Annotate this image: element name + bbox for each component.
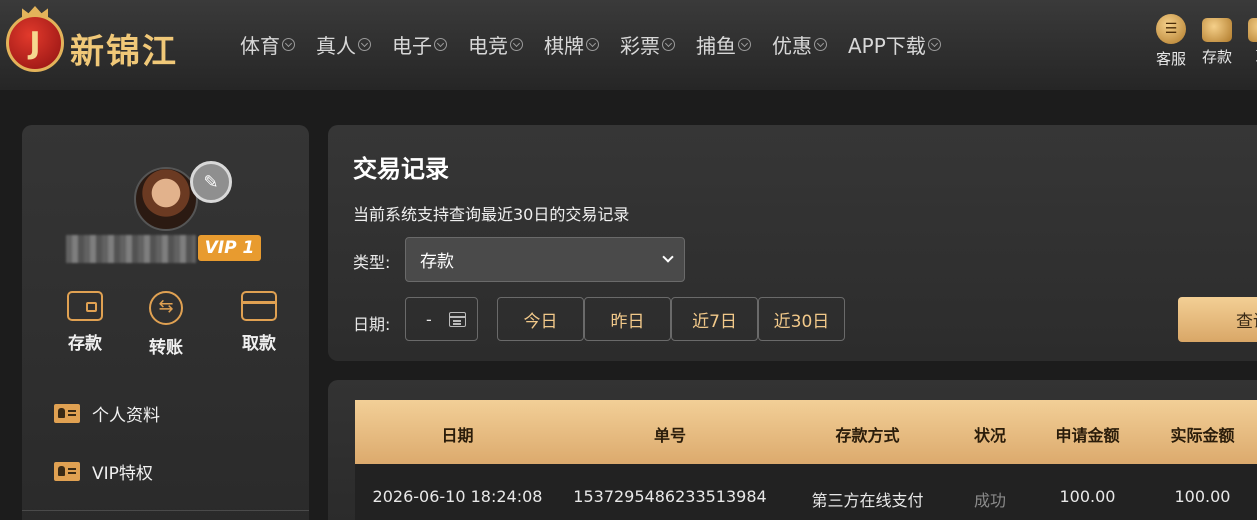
brand-name: 新锦江 <box>70 32 178 72</box>
nav-label: 体育 <box>240 34 280 58</box>
action-label: 客服 <box>1155 50 1186 68</box>
table-header: 日期 单号 存款方式 状况 申请金额 实际金额 <box>355 400 1257 464</box>
calendar-icon <box>449 312 466 327</box>
logo-badge: J <box>6 14 64 72</box>
sidebar-item-label: VIP特权 <box>92 464 153 484</box>
column-header-requested-amount: 申请金额 <box>1055 426 1120 445</box>
nav-item-fishing[interactable]: 捕鱼 <box>696 30 751 59</box>
edit-avatar-button[interactable]: ✎ <box>190 161 232 203</box>
range-7days-button[interactable]: 近7日 <box>671 297 758 341</box>
wallet-icon <box>67 291 103 321</box>
type-select[interactable]: 存款 <box>405 237 685 282</box>
vip-badge: VIP 1 <box>198 235 261 261</box>
nav-label: APP下载 <box>848 34 926 58</box>
profile-card-icon <box>54 404 80 423</box>
brand-logo[interactable]: J 新锦江 <box>4 6 204 76</box>
date-range-presets: 今日 昨日 近7日 近30日 <box>497 297 845 341</box>
page-title: 交易记录 <box>353 155 449 183</box>
deposit-button[interactable]: 存款 <box>45 291 125 354</box>
chevron-down-icon <box>586 38 599 51</box>
column-header-actual-amount: 实际金额 <box>1170 426 1235 445</box>
nav-label: 棋牌 <box>544 34 584 58</box>
edit-icon: ✎ <box>203 171 219 193</box>
transfer-icon <box>149 291 183 325</box>
column-header-order-id: 单号 <box>653 426 686 445</box>
cell-method: 第三方在线支付 <box>811 491 924 510</box>
nav-item-sports[interactable]: 体育 <box>240 30 295 59</box>
column-header-date: 日期 <box>441 426 474 445</box>
range-30days-button[interactable]: 近30日 <box>758 297 845 341</box>
nav-label: 捕鱼 <box>696 34 736 58</box>
range-yesterday-button[interactable]: 昨日 <box>584 297 671 341</box>
chevron-down-icon <box>358 38 371 51</box>
transfer-button[interactable]: 转账 <box>126 291 206 358</box>
type-select-value: 存款 <box>420 252 454 272</box>
wallet-icon <box>1202 18 1232 42</box>
chevron-down-icon <box>814 38 827 51</box>
chevron-down-icon <box>434 38 447 51</box>
cell-date: 2026-06-10 18:24:08 <box>372 487 543 506</box>
nav-label: 电竞 <box>468 34 508 58</box>
column-header-method: 存款方式 <box>835 426 900 445</box>
avatar[interactable] <box>134 167 198 231</box>
header-deposit-button[interactable]: 存款 <box>1194 14 1240 69</box>
nav-label: 彩票 <box>620 34 660 58</box>
date-range-input[interactable]: - <box>405 297 478 341</box>
quick-label: 转账 <box>149 338 183 358</box>
cell-requested-amount: 100.00 <box>1059 487 1116 506</box>
date-value: - <box>426 309 432 329</box>
chevron-down-icon <box>662 251 674 263</box>
sidebar-item-profile[interactable]: 个人资料 <box>54 401 160 426</box>
chevron-down-icon <box>927 38 941 51</box>
nav-label: 电子 <box>392 34 432 58</box>
nav-label: 真人 <box>316 34 356 58</box>
cell-order-id: 1537295486233513984 <box>573 487 767 506</box>
column-header-status: 状况 <box>973 426 1006 445</box>
vip-card-icon <box>54 462 80 481</box>
table-row: 2026-06-10 18:24:08 1537295486233513984 … <box>355 464 1257 520</box>
header-actions: ☰ 客服 存款 取 <box>1148 14 1257 69</box>
header-withdraw-button[interactable]: 取 <box>1240 14 1257 69</box>
chevron-down-icon <box>510 38 523 51</box>
nav-item-slots[interactable]: 电子 <box>392 30 447 59</box>
withdraw-button[interactable]: 取款 <box>219 291 299 354</box>
main-nav: 体育 真人 电子 电竞 棋牌 彩票 捕鱼 优惠 APP下载 <box>240 30 962 59</box>
nav-item-app-download[interactable]: APP下载 <box>848 30 941 59</box>
quick-label: 取款 <box>242 334 276 354</box>
nav-item-cards[interactable]: 棋牌 <box>544 30 599 59</box>
quick-label: 存款 <box>68 334 102 354</box>
username-redacted <box>66 235 196 263</box>
chevron-down-icon <box>282 38 295 51</box>
date-label: 日期: <box>353 315 391 334</box>
nav-item-promotions[interactable]: 优惠 <box>772 30 827 59</box>
customer-service-button[interactable]: ☰ 客服 <box>1148 14 1194 69</box>
type-label: 类型: <box>353 253 391 272</box>
page-subtitle: 当前系统支持查询最近30日的交易记录 <box>353 205 630 224</box>
nav-item-esports[interactable]: 电竞 <box>468 30 523 59</box>
cell-actual-amount: 100.00 <box>1174 487 1231 506</box>
nav-item-live[interactable]: 真人 <box>316 30 371 59</box>
chat-icon: ☰ <box>1156 14 1186 44</box>
nav-item-lottery[interactable]: 彩票 <box>620 30 675 59</box>
chevron-down-icon <box>738 38 751 51</box>
divider <box>22 510 309 511</box>
transaction-table-panel: 日期 单号 存款方式 状况 申请金额 实际金额 2026-06-10 18:24… <box>328 380 1257 520</box>
nav-label: 优惠 <box>772 34 812 58</box>
query-button[interactable]: 查询 <box>1178 297 1257 342</box>
top-header: J 新锦江 体育 真人 电子 电竞 棋牌 彩票 捕鱼 优惠 APP下载 ☰ 客服… <box>0 0 1257 90</box>
transaction-filter-panel: 交易记录 当前系统支持查询最近30日的交易记录 类型: 存款 日期: - 今日 … <box>328 125 1257 361</box>
account-sidebar: ✎ VIP 1 存款 转账 取款 个人资料 VIP特权 <box>22 125 309 520</box>
card-icon <box>241 291 277 321</box>
cell-status: 成功 <box>973 491 1006 510</box>
range-today-button[interactable]: 今日 <box>497 297 584 341</box>
withdraw-icon <box>1248 18 1257 42</box>
chevron-down-icon <box>662 38 675 51</box>
action-label: 存款 <box>1201 48 1232 66</box>
sidebar-item-label: 个人资料 <box>92 406 160 426</box>
sidebar-item-vip[interactable]: VIP特权 <box>54 459 153 484</box>
